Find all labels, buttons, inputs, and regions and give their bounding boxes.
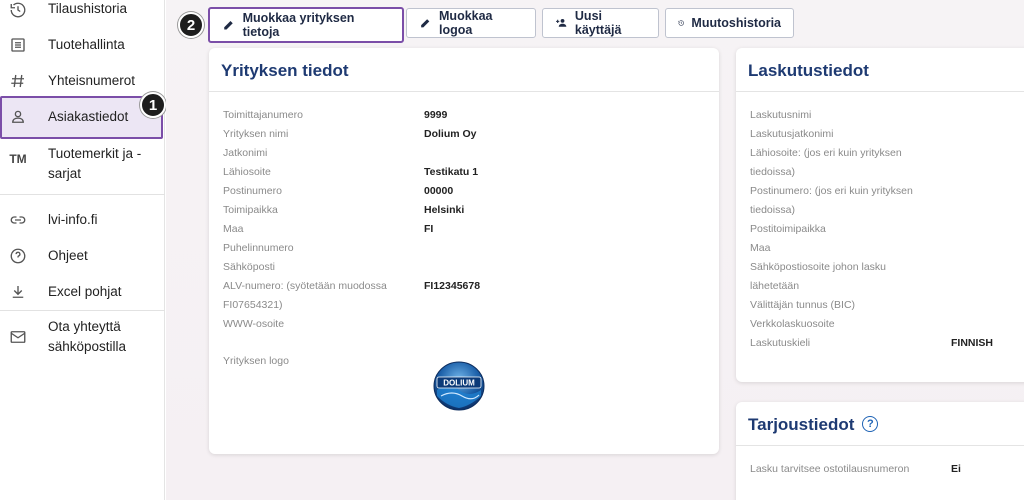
field-label: Postinumero xyxy=(223,185,282,197)
company-info-title: Yrityksen tiedot xyxy=(221,61,349,80)
step-two-badge: 2 xyxy=(178,12,204,38)
history-icon xyxy=(678,20,684,26)
field-label: Laskutusjatkonimi xyxy=(750,128,834,140)
field-label: Sähköpostiosoite johon lasku xyxy=(750,261,887,273)
sidebar-item-asiakastiedot[interactable]: Asiakastiedot xyxy=(0,96,163,139)
card-divider xyxy=(209,91,719,92)
hash-icon xyxy=(8,71,28,91)
field-label-cont: FI07654321) xyxy=(223,299,283,311)
logo-text: DOLIUM xyxy=(443,379,475,388)
edit-company-button[interactable]: Muokkaa yrityksen tietoja xyxy=(208,7,404,43)
field-value: 00000 xyxy=(424,185,454,197)
card-divider xyxy=(736,445,1024,446)
field-label: Maa xyxy=(750,242,771,254)
field-label: Laskutusnimi xyxy=(750,109,812,121)
sidebar-item-label: lvi-info.fi xyxy=(48,212,98,227)
pencil-icon xyxy=(224,21,233,30)
field-label: Verkkolaskuosoite xyxy=(750,318,835,330)
sidebar-divider xyxy=(0,310,165,311)
sidebar-item-yhteisnumerot[interactable]: Yhteisnumerot xyxy=(0,70,165,92)
field-label: Postinumero: (jos eri kuin yrityksen xyxy=(750,185,913,197)
field-label: Toimipaikka xyxy=(223,204,278,216)
edit-company-label: Muokkaa yrityksen tietoja xyxy=(242,11,355,39)
sidebar-item-tuotehallinta[interactable]: Tuotehallinta xyxy=(0,34,165,56)
change-history-button[interactable]: Muutoshistoria xyxy=(665,8,794,38)
field-label: Toimittajanumero xyxy=(223,109,303,121)
sidebar-item-label: Ota yhteyttä sähköpostilla xyxy=(48,319,127,354)
link-icon xyxy=(8,210,28,230)
sidebar-item-excel-pohjat[interactable]: Excel pohjat xyxy=(0,281,165,303)
sidebar-item-label: Tuotehallinta xyxy=(48,37,125,52)
field-value: Testikatu 1 xyxy=(424,166,479,178)
field-value: 9999 xyxy=(424,109,448,121)
edit-logo-label: Muokkaa logoa xyxy=(439,9,493,37)
field-label-cont: lähetetään xyxy=(750,280,800,292)
field-value: Dolium Oy xyxy=(424,128,477,140)
person-icon xyxy=(8,107,28,127)
field-value: Ei xyxy=(951,463,961,475)
field-value: Helsinki xyxy=(424,204,465,216)
add-user-icon xyxy=(556,18,567,27)
field-label: Puhelinnumero xyxy=(223,242,294,254)
help-icon[interactable]: ? xyxy=(862,415,879,432)
sidebar-item-label: Ohjeet xyxy=(48,248,88,263)
pencil-icon xyxy=(421,19,430,28)
company-info-card: Yrityksen tiedot Toimittajanumero 9999 Y… xyxy=(209,48,719,454)
field-label: Yrityksen nimi xyxy=(223,128,289,140)
sidebar-item-label: Tuotemerkit ja -sarjat xyxy=(48,146,142,181)
field-value: FI12345678 xyxy=(424,280,481,292)
trademark-icon: TM xyxy=(9,152,27,166)
change-history-label: Muutoshistoria xyxy=(691,16,781,30)
field-label: Postitoimipaikka xyxy=(750,223,826,235)
card-divider xyxy=(736,91,1024,92)
sidebar-divider xyxy=(0,194,165,195)
help-circle-icon xyxy=(8,246,28,266)
field-label: Lähiosoite xyxy=(223,166,271,178)
sidebar-item-label: Tilaushistoria xyxy=(48,1,128,16)
billing-info-title: Laskutustiedot xyxy=(748,61,869,80)
sidebar-item-lvi-info[interactable]: lvi-info.fi xyxy=(0,209,165,231)
company-logo: DOLIUM xyxy=(433,361,485,411)
field-value: FINNISH xyxy=(951,337,993,349)
history-icon xyxy=(8,0,28,20)
field-label: WWW-osoite xyxy=(223,318,285,330)
field-label: Lasku tarvitsee ostotilausnumeron xyxy=(750,463,910,475)
new-user-label: Uusi käyttäjä xyxy=(574,9,622,37)
sidebar-item-label: Excel pohjat xyxy=(48,284,122,299)
field-label: Sähköposti xyxy=(223,261,275,273)
sidebar-item-tuotemerkit[interactable]: TM Tuotemerkit ja -sarjat xyxy=(0,144,165,184)
mail-icon xyxy=(8,327,28,347)
field-label-cont: tiedoissa) xyxy=(750,204,795,216)
field-label: Jatkonimi xyxy=(223,147,268,159)
list-icon xyxy=(8,35,28,55)
field-label: Maa xyxy=(223,223,244,235)
field-label-cont: tiedoissa) xyxy=(750,166,795,178)
offer-info-title: Tarjoustiedot? xyxy=(748,415,879,435)
sidebar-item-ohjeet[interactable]: Ohjeet xyxy=(0,245,165,267)
main-content: Muokkaa yrityksen tietoja 2 Muokkaa logo… xyxy=(166,0,1024,500)
field-value: FI xyxy=(424,223,434,235)
field-label: Välittäjän tunnus (BIC) xyxy=(750,299,856,311)
logo-label: Yrityksen logo xyxy=(223,355,289,367)
field-label: ALV-numero: (syötetään muodossa xyxy=(223,280,387,292)
sidebar-item-label: Yhteisnumerot xyxy=(48,73,136,88)
step-one-badge: 1 xyxy=(140,92,166,118)
offer-info-title-text: Tarjoustiedot xyxy=(748,415,855,434)
sidebar-item-ota-yhteytta[interactable]: Ota yhteyttä sähköpostilla xyxy=(0,317,165,359)
billing-info-card: Laskutustiedot Laskutusnimi Laskutusjatk… xyxy=(736,48,1024,382)
sidebar-item-tilaushistoria[interactable]: Tilaushistoria xyxy=(0,0,165,20)
offer-info-card: Tarjoustiedot? Lasku tarvitsee ostotilau… xyxy=(736,402,1024,500)
download-icon xyxy=(8,282,28,302)
field-label: Lähiosoite: (jos eri kuin yrityksen xyxy=(750,147,902,159)
sidebar: Tilaushistoria Tuotehallinta Yhteisnumer… xyxy=(0,0,166,500)
field-label: Laskutuskieli xyxy=(750,337,811,349)
new-user-button[interactable]: Uusi käyttäjä xyxy=(542,8,659,38)
edit-logo-button[interactable]: Muokkaa logoa xyxy=(406,8,536,38)
